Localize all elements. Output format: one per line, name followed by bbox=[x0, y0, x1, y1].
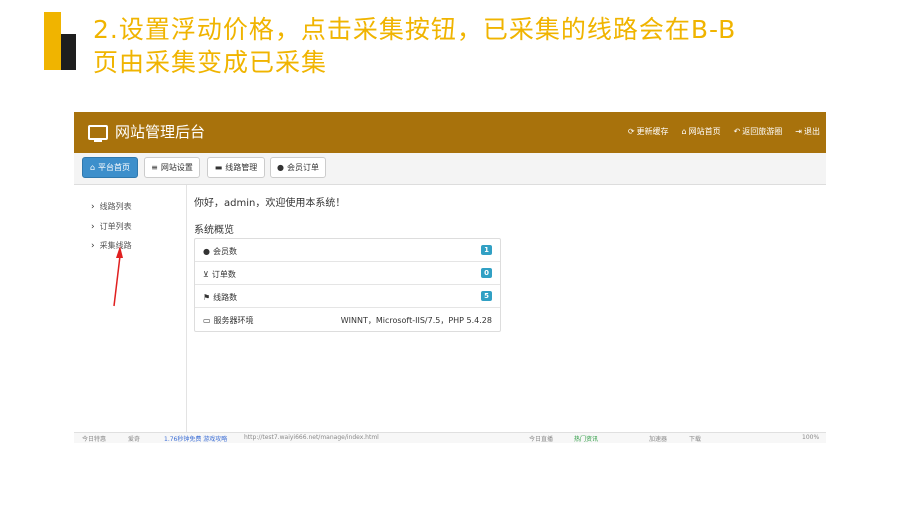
row-label: 线路数 bbox=[213, 293, 238, 302]
slide-title: 2.设置浮动价格，点击采集按钮，已采集的线路会在B-B 页由采集变成已采集 bbox=[93, 13, 893, 79]
tab-member-orders[interactable]: ● 会员订单 bbox=[270, 157, 326, 178]
status-left1: 今日特惠 bbox=[82, 436, 107, 443]
monitor-icon: ▭ bbox=[203, 316, 211, 325]
flag-icon: ⚑ bbox=[203, 293, 211, 302]
welcome-message: 你好，admin，欢迎使用本系统！ bbox=[194, 198, 346, 209]
status-right2[interactable]: 热门资讯 bbox=[574, 434, 598, 443]
status-right1[interactable]: 今日直播 bbox=[529, 434, 553, 443]
slide-title-line2: 页由采集变成已采集 bbox=[93, 48, 328, 77]
tab-label: 线路管理 bbox=[225, 163, 258, 172]
slide-title-line1: 2.设置浮动价格，点击采集按钮，已采集的线路会在B-B bbox=[93, 15, 737, 44]
folder-icon: ▬ bbox=[214, 163, 223, 172]
top-link-label: 网站首页 bbox=[688, 127, 721, 136]
top-link-return[interactable]: ↶ 返回旅游圈 bbox=[734, 126, 783, 137]
title-accent-block bbox=[61, 34, 76, 70]
user-icon: ● bbox=[277, 163, 284, 172]
overview-row-orders: ⊻ 订单数 0 bbox=[195, 262, 500, 285]
overview-panel: ● 会员数 1 ⊻ 订单数 0 ⚑ 线路数 5 ▭ 服务器环境 WINNT，Mi… bbox=[194, 238, 501, 332]
top-link-label: 返回旅游圈 bbox=[742, 127, 783, 136]
status-right4[interactable]: 下载 bbox=[689, 434, 701, 443]
top-links: ⟳ 更新缓存 ⌂ 网站首页 ↶ 返回旅游圈 ⇥ 退出 bbox=[628, 126, 820, 137]
status-right3[interactable]: 加速器 bbox=[649, 434, 667, 443]
back-icon: ↶ bbox=[733, 127, 741, 136]
overview-row-routes: ⚑ 线路数 5 bbox=[195, 285, 500, 308]
row-label: 会员数 bbox=[212, 247, 237, 256]
overview-row-server: ▭ 服务器环境 WINNT，Microsoft-IIS/7.5，PHP 5.4.… bbox=[195, 308, 500, 331]
home-icon: ⌂ bbox=[681, 127, 687, 136]
tab-route-management[interactable]: ▬ 线路管理 bbox=[207, 157, 265, 178]
top-link-label: 更新缓存 bbox=[636, 127, 669, 136]
tab-label: 会员订单 bbox=[286, 163, 319, 172]
row-label: 订单数 bbox=[211, 270, 236, 279]
top-link-logout[interactable]: ⇥ 退出 bbox=[795, 126, 820, 137]
refresh-icon: ⟳ bbox=[627, 127, 635, 136]
admin-screenshot: 网站管理后台 ⟳ 更新缓存 ⌂ 网站首页 ↶ 返回旅游圈 ⇥ 退出 ⌂ 平台首页 bbox=[74, 108, 826, 442]
red-arrow-annotation bbox=[113, 246, 123, 307]
status-left2: 爱奇 bbox=[128, 436, 141, 443]
status-zoom[interactable]: 100% bbox=[802, 434, 819, 441]
browser-statusbar: 今日特惠 爱奇 1.76秒钟免费 游戏攻略 http://test7.waiyi… bbox=[74, 432, 826, 443]
top-link-refresh-cache[interactable]: ⟳ 更新缓存 bbox=[628, 126, 669, 137]
count-badge: 5 bbox=[481, 291, 492, 301]
overview-row-members: ● 会员数 1 bbox=[195, 239, 500, 262]
count-badge: 0 bbox=[481, 268, 492, 278]
logout-icon: ⇥ bbox=[795, 127, 802, 136]
status-left3[interactable]: 1.76秒钟免费 游戏攻略 bbox=[164, 434, 227, 443]
user-icon: ● bbox=[203, 247, 210, 256]
top-link-label: 退出 bbox=[804, 127, 820, 136]
top-link-site-home[interactable]: ⌂ 网站首页 bbox=[682, 126, 721, 137]
count-badge: 1 bbox=[481, 245, 492, 255]
status-url: http://test7.waiyi666.net/manage/index.h… bbox=[244, 434, 379, 441]
row-label: 服务器环境 bbox=[213, 316, 254, 325]
server-environment-value: WINNT，Microsoft-IIS/7.5，PHP 5.4.28 bbox=[340, 316, 492, 325]
title-accent-bar bbox=[44, 12, 61, 70]
